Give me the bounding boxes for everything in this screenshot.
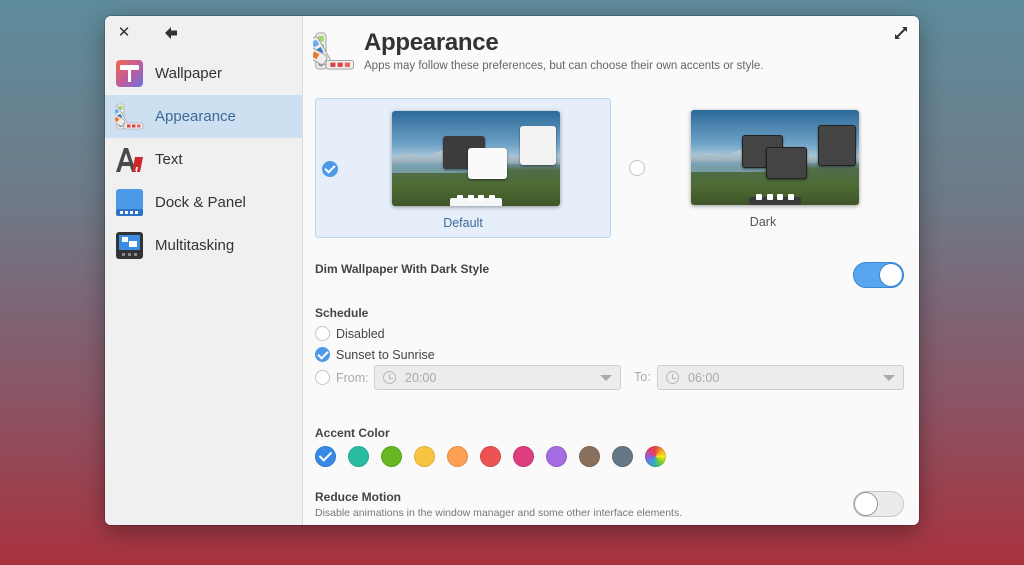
sidebar: ✕ Wallpaper Appearance Text Dock & Panel… xyxy=(105,16,303,525)
sidebar-item-dock-panel[interactable]: Dock & Panel xyxy=(105,181,302,224)
style-label: Dark xyxy=(749,215,777,229)
clock-icon xyxy=(666,371,679,384)
sidebar-item-label: Wallpaper xyxy=(155,65,222,82)
schedule-option-sunset[interactable]: Sunset to Sunrise xyxy=(315,347,435,362)
multitasking-icon xyxy=(116,232,143,259)
wallpaper-icon xyxy=(116,60,143,87)
sidebar-item-multitasking[interactable]: Multitasking xyxy=(105,224,302,267)
accent-swatch-mint[interactable] xyxy=(348,446,369,467)
to-label: To: xyxy=(634,370,651,384)
default-style-preview xyxy=(392,111,560,206)
reduce-motion-switch[interactable] xyxy=(853,491,904,517)
expand-icon[interactable] xyxy=(894,26,908,40)
style-option-default[interactable]: Default xyxy=(315,98,611,238)
accent-swatch-red[interactable] xyxy=(480,446,501,467)
schedule-option-label: Sunset to Sunrise xyxy=(336,347,435,362)
dropdown-arrow-icon xyxy=(883,374,895,381)
schedule-sunset-radio[interactable] xyxy=(315,347,330,362)
reduce-motion-description: Disable animations in the window manager… xyxy=(315,507,683,519)
style-option-dark[interactable]: Dark xyxy=(615,98,911,238)
accent-swatch-brown[interactable] xyxy=(579,446,600,467)
from-time-value: 20:00 xyxy=(405,370,437,385)
main-panel: Appearance Apps may follow these prefere… xyxy=(303,16,919,525)
accent-color-title: Accent Color xyxy=(315,426,390,440)
dim-wallpaper-switch[interactable] xyxy=(853,262,904,288)
sidebar-item-label: Text xyxy=(155,151,183,168)
page-subtitle: Apps may follow these preferences, but c… xyxy=(364,60,764,72)
clock-icon xyxy=(383,371,396,384)
dim-wallpaper-label: Dim Wallpaper With Dark Style xyxy=(315,262,490,276)
reduce-motion-label: Reduce Motion xyxy=(315,490,401,504)
accent-swatch-gray[interactable] xyxy=(612,446,633,467)
to-time-value: 06:00 xyxy=(688,370,720,385)
style-label: Default xyxy=(443,216,483,230)
schedule-title: Schedule xyxy=(315,306,369,320)
schedule-manual-radio[interactable] xyxy=(315,370,330,385)
accent-swatch-pink[interactable] xyxy=(513,446,534,467)
schedule-disabled-radio[interactable] xyxy=(315,326,330,341)
accent-swatch-auto[interactable] xyxy=(645,446,666,467)
dropdown-arrow-icon xyxy=(600,374,612,381)
close-icon[interactable]: ✕ xyxy=(117,25,131,40)
dock-panel-icon xyxy=(116,189,143,216)
style-default-radio[interactable] xyxy=(322,161,338,177)
accent-swatch-green[interactable] xyxy=(381,446,402,467)
sidebar-item-text[interactable]: Text xyxy=(105,138,302,181)
sidebar-item-appearance[interactable]: Appearance xyxy=(105,95,302,138)
from-label: From: xyxy=(336,370,369,385)
sidebar-item-label: Dock & Panel xyxy=(155,194,246,211)
appearance-icon xyxy=(115,103,144,130)
schedule-option-disabled[interactable]: Disabled xyxy=(315,326,385,341)
dark-style-preview xyxy=(691,110,859,205)
settings-window: ✕ Wallpaper Appearance Text Dock & Panel… xyxy=(105,16,919,525)
sidebar-item-wallpaper[interactable]: Wallpaper xyxy=(105,52,302,95)
accent-swatch-blue[interactable] xyxy=(315,446,336,467)
accent-swatch-orange[interactable] xyxy=(447,446,468,467)
accent-color-picker xyxy=(315,446,666,467)
accent-swatch-yellow[interactable] xyxy=(414,446,435,467)
page-title: Appearance xyxy=(364,29,499,56)
from-time-combo[interactable]: 20:00 xyxy=(374,365,621,390)
sidebar-item-label: Appearance xyxy=(155,108,236,125)
schedule-option-manual[interactable]: From: xyxy=(315,370,369,385)
sidebar-item-label: Multitasking xyxy=(155,237,235,254)
style-dark-radio[interactable] xyxy=(629,160,645,176)
accent-swatch-purple[interactable] xyxy=(546,446,567,467)
back-arrow-icon[interactable] xyxy=(163,25,179,41)
appearance-header-icon xyxy=(313,32,354,70)
text-icon xyxy=(116,148,143,172)
schedule-option-label: Disabled xyxy=(336,326,385,341)
to-time-combo[interactable]: 06:00 xyxy=(657,365,904,390)
